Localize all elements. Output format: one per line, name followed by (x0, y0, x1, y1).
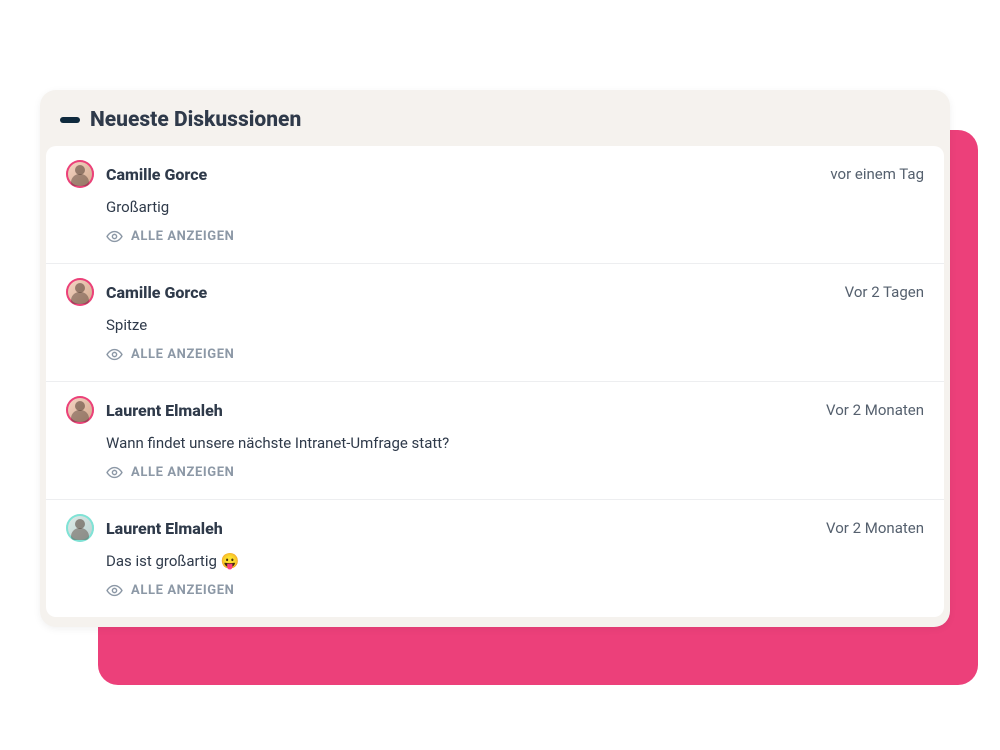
avatar[interactable] (66, 514, 94, 542)
eye-icon (106, 464, 123, 481)
discussion-row: Laurent Elmaleh Vor 2 Monaten Wann finde… (46, 382, 944, 500)
view-all-label: ALLE ANZEIGEN (131, 465, 234, 480)
timestamp: Vor 2 Monaten (826, 401, 924, 419)
eye-icon (106, 228, 123, 245)
author-name[interactable]: Laurent Elmaleh (106, 401, 223, 420)
timestamp: Vor 2 Monaten (826, 519, 924, 537)
view-all-link[interactable]: ALLE ANZEIGEN (106, 464, 234, 481)
view-all-label: ALLE ANZEIGEN (131, 583, 234, 598)
author-name[interactable]: Camille Gorce (106, 165, 207, 184)
view-all-label: ALLE ANZEIGEN (131, 229, 234, 244)
discussion-body: Spitze (106, 316, 924, 334)
avatar[interactable] (66, 396, 94, 424)
author-name[interactable]: Camille Gorce (106, 283, 207, 302)
panel-title: Neueste Diskussionen (90, 108, 301, 132)
discussion-row: Camille Gorce Vor 2 Tagen Spitze ALLE AN… (46, 264, 944, 382)
timestamp: vor einem Tag (830, 165, 924, 183)
discussion-body: Das ist großartig 😛 (106, 552, 924, 570)
eye-icon (106, 346, 123, 363)
view-all-link[interactable]: ALLE ANZEIGEN (106, 228, 234, 245)
timestamp: Vor 2 Tagen (845, 283, 924, 301)
avatar[interactable] (66, 278, 94, 306)
discussion-body: Wann findet unsere nächste Intranet-Umfr… (106, 434, 924, 452)
panel-header: Neueste Diskussionen (40, 90, 950, 146)
discussion-list: Camille Gorce vor einem Tag Großartig AL… (46, 146, 944, 617)
eye-icon (106, 582, 123, 599)
discussion-row: Camille Gorce vor einem Tag Großartig AL… (46, 146, 944, 264)
view-all-link[interactable]: ALLE ANZEIGEN (106, 582, 234, 599)
discussion-body: Großartig (106, 198, 924, 216)
discussions-panel: Neueste Diskussionen Camille Gorce vor e… (40, 90, 950, 627)
avatar[interactable] (66, 160, 94, 188)
discussion-row: Laurent Elmaleh Vor 2 Monaten Das ist gr… (46, 500, 944, 617)
view-all-link[interactable]: ALLE ANZEIGEN (106, 346, 234, 363)
view-all-label: ALLE ANZEIGEN (131, 347, 234, 362)
drag-handle-icon[interactable] (60, 117, 80, 123)
author-name[interactable]: Laurent Elmaleh (106, 519, 223, 538)
